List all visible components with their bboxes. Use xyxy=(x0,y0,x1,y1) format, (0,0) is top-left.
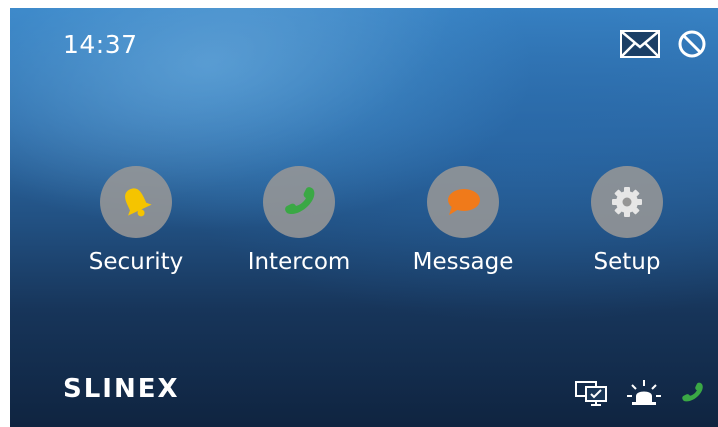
main-menu: Security Intercom Message Setup xyxy=(10,166,718,286)
alarm-light-icon[interactable] xyxy=(626,378,662,408)
menu-label-intercom: Intercom xyxy=(247,249,351,275)
gear-icon xyxy=(612,187,642,217)
message-button[interactable] xyxy=(427,166,499,238)
menu-item-intercom[interactable]: Intercom xyxy=(224,166,374,275)
clock: 14:37 xyxy=(63,30,138,59)
menu-item-security[interactable]: Security xyxy=(61,166,211,275)
phone-handset-icon[interactable] xyxy=(678,378,706,408)
do-not-disturb-icon[interactable] xyxy=(676,28,708,60)
status-icons xyxy=(618,28,708,60)
menu-label-security: Security xyxy=(88,249,184,275)
speech-bubble-icon xyxy=(448,189,480,215)
menu-item-message[interactable]: Message xyxy=(388,166,538,275)
home-screen: 14:37 Security Intercom Message Setup SL… xyxy=(10,8,718,427)
mail-icon[interactable] xyxy=(618,28,662,60)
brand-logo: SLINEX xyxy=(63,374,180,404)
security-button[interactable] xyxy=(100,166,172,238)
menu-label-message: Message xyxy=(412,249,514,275)
menu-item-setup[interactable]: Setup xyxy=(552,166,702,275)
bell-icon xyxy=(125,188,152,217)
menu-label-setup: Setup xyxy=(593,249,661,275)
footer-icons xyxy=(558,378,706,408)
intercom-button[interactable] xyxy=(263,166,335,238)
monitors-icon[interactable] xyxy=(574,379,610,407)
phone-icon xyxy=(285,187,315,215)
setup-button[interactable] xyxy=(591,166,663,238)
